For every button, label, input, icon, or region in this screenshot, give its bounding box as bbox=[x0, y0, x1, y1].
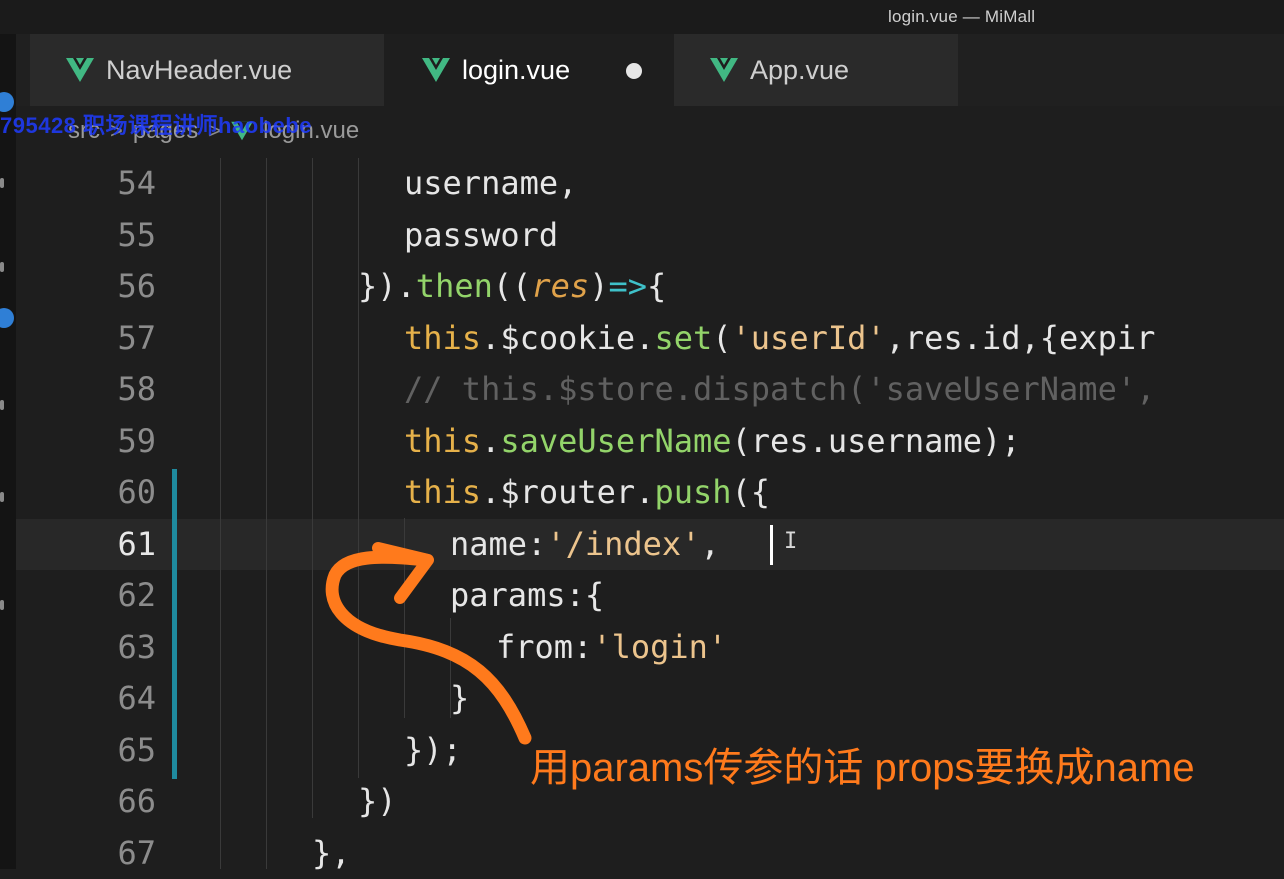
annotation-arrow bbox=[325, 542, 532, 745]
